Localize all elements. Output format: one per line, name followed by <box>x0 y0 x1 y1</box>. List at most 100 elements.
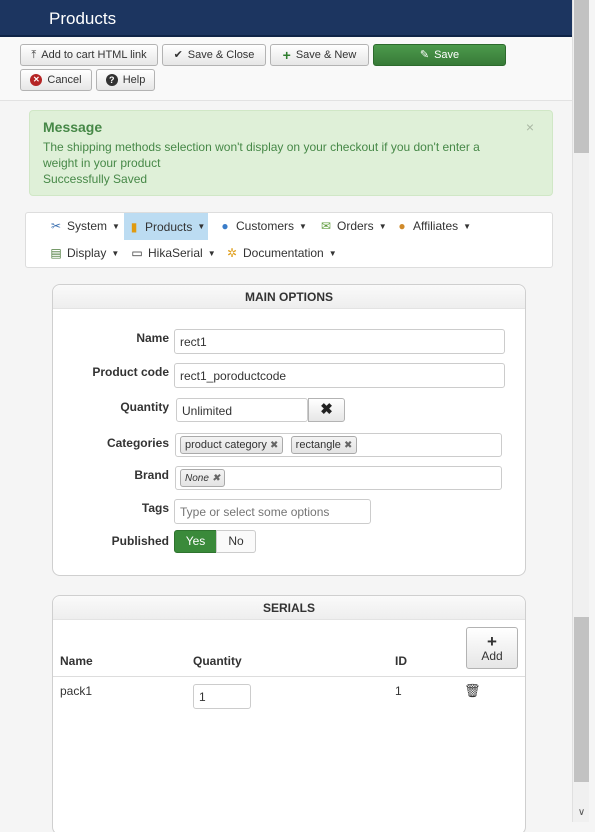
column-header-name: Name <box>60 654 93 668</box>
save-new-label: Save & New <box>295 49 357 61</box>
add-serial-button[interactable]: + Add <box>466 627 518 669</box>
table-divider <box>53 676 525 677</box>
plus-icon: + <box>282 47 291 63</box>
upload-icon: ⤒ <box>31 48 37 61</box>
message-line-2: weight in your product <box>43 156 161 170</box>
caret-down-icon: ▼ <box>378 221 387 231</box>
name-label: Name <box>136 331 169 345</box>
quantity-label: Quantity <box>120 400 169 414</box>
caret-down-icon: ▼ <box>197 222 206 231</box>
scroll-down-arrow-icon[interactable]: ∨ <box>573 806 590 820</box>
menu-orders-label: Orders <box>337 219 374 233</box>
category-tag-label: product category <box>185 439 267 451</box>
message-heading: Message <box>43 119 103 135</box>
add-label: Add <box>481 648 503 663</box>
save-and-close-button[interactable]: ✔ Save & Close <box>162 44 266 66</box>
header-bar: Products <box>0 0 572 37</box>
affiliates-icon: ● <box>398 219 406 233</box>
brand-select[interactable]: None ✖ <box>175 466 502 490</box>
cancel-button[interactable]: ✕ Cancel <box>20 69 92 91</box>
menu-display-label: Display <box>67 246 107 260</box>
scrollbar[interactable]: ∨ <box>572 0 589 822</box>
serial-name: pack1 <box>60 684 93 698</box>
product-code-label: Product code <box>92 365 169 379</box>
help-button[interactable]: ? Help <box>96 69 155 91</box>
category-tag-label: rectangle <box>295 439 341 451</box>
caret-down-icon: ▼ <box>328 248 337 258</box>
serial-id: 1 <box>395 684 402 698</box>
help-label: Help <box>122 74 146 86</box>
caret-down-icon: ▼ <box>112 221 120 231</box>
main-options-labels: Name Product code Quantity Categories Br… <box>52 331 169 551</box>
serial-quantity-input[interactable]: 1 <box>193 684 251 709</box>
save-button[interactable]: ✎ Save <box>373 44 506 66</box>
caret-down-icon: ▼ <box>207 248 216 258</box>
customers-icon: ● <box>221 219 229 233</box>
close-icon[interactable]: × <box>526 119 534 135</box>
remove-icon[interactable]: ✖ <box>212 473 220 484</box>
serials-title: SERIALS <box>53 596 525 620</box>
published-label: Published <box>111 534 169 548</box>
menu-item-customers[interactable]: ● Customers ▼ <box>215 214 310 238</box>
close-icon: ✖ <box>320 401 333 418</box>
brand-label: Brand <box>134 468 169 482</box>
categories-label: Categories <box>106 436 169 450</box>
tools-icon: ✂ <box>50 219 62 233</box>
caret-down-icon: ▼ <box>111 248 120 258</box>
category-tag: rectangle ✖ <box>290 436 358 454</box>
orders-icon: ✉ <box>320 219 332 233</box>
menu-item-products[interactable]: ▮ Products ▼ <box>124 213 209 240</box>
hikaserial-icon: ▭ <box>131 246 143 260</box>
save-close-label: Save & Close <box>187 49 255 61</box>
menu-item-documentation[interactable]: ✲ Documentation ▼ <box>222 241 340 265</box>
published-yes-button[interactable]: Yes <box>174 530 217 553</box>
menu-system-label: System <box>67 219 108 233</box>
serials-panel: SERIALS <box>52 595 526 832</box>
menu-item-hikaserial[interactable]: ▭ HikaSerial ▼ <box>127 241 219 265</box>
tags-input[interactable] <box>174 499 371 524</box>
categories-select[interactable]: product category ✖ rectangle ✖ <box>175 433 502 457</box>
menu-documentation-label: Documentation <box>243 246 324 260</box>
product-code-input[interactable]: rect1_poroductcode <box>174 363 505 388</box>
clear-quantity-button[interactable]: ✖ <box>308 398 345 422</box>
column-header-quantity: Quantity <box>193 654 242 668</box>
category-tag: product category ✖ <box>180 436 284 454</box>
menu-item-display[interactable]: ▤ Display ▼ <box>46 241 122 265</box>
cancel-icon: ✕ <box>30 74 43 86</box>
menu-item-system[interactable]: ✂ System ▼ <box>46 214 123 238</box>
help-icon: ? <box>105 74 118 86</box>
brand-tag-label: None <box>185 472 209 484</box>
menu-products-label: Products <box>145 219 193 234</box>
name-input[interactable]: rect1 <box>174 329 505 354</box>
scrollbar-thumb[interactable] <box>574 617 589 782</box>
documentation-icon: ✲ <box>226 246 238 260</box>
main-menu: ✂ System ▼ ▮ Products ▼ ● Customers ▼ ✉ Ord… <box>25 212 553 268</box>
caret-down-icon: ▼ <box>463 221 472 231</box>
plus-icon: + <box>487 631 497 651</box>
published-no-button[interactable]: No <box>216 530 256 553</box>
main-options-title: MAIN OPTIONS <box>53 285 525 309</box>
menu-customers-label: Customers <box>236 219 295 233</box>
trash-icon[interactable]: 🗑 <box>464 683 481 699</box>
check-icon: ✔ <box>173 48 183 61</box>
products-icon: ▮ <box>130 219 138 234</box>
column-header-id: ID <box>395 654 407 668</box>
remove-icon[interactable]: ✖ <box>344 440 352 451</box>
menu-item-affiliates[interactable]: ● Affiliates ▼ <box>392 214 474 238</box>
scrollbar-thumb-top[interactable] <box>574 0 589 153</box>
remove-icon[interactable]: ✖ <box>270 440 278 451</box>
toolbar: ⤒ Add to cart HTML link ✔ Save & Close +… <box>0 37 572 101</box>
save-and-new-button[interactable]: + Save & New <box>270 44 369 66</box>
quantity-input[interactable]: Unlimited <box>176 398 308 422</box>
edit-icon: ✎ <box>419 48 430 61</box>
add-to-cart-html-link-button[interactable]: ⤒ Add to cart HTML link <box>20 44 158 66</box>
page-title: Products <box>49 9 117 28</box>
message-line-1: The shipping methods selection won't dis… <box>43 140 480 154</box>
menu-hikaserial-label: HikaSerial <box>148 246 203 260</box>
tags-label: Tags <box>141 501 169 515</box>
success-message: Message The shipping methods selection w… <box>29 110 553 196</box>
menu-affiliates-label: Affiliates <box>413 219 459 233</box>
display-icon: ▤ <box>50 246 62 260</box>
menu-item-orders[interactable]: ✉ Orders ▼ <box>316 214 390 238</box>
add-to-cart-label: Add to cart HTML link <box>41 49 147 61</box>
